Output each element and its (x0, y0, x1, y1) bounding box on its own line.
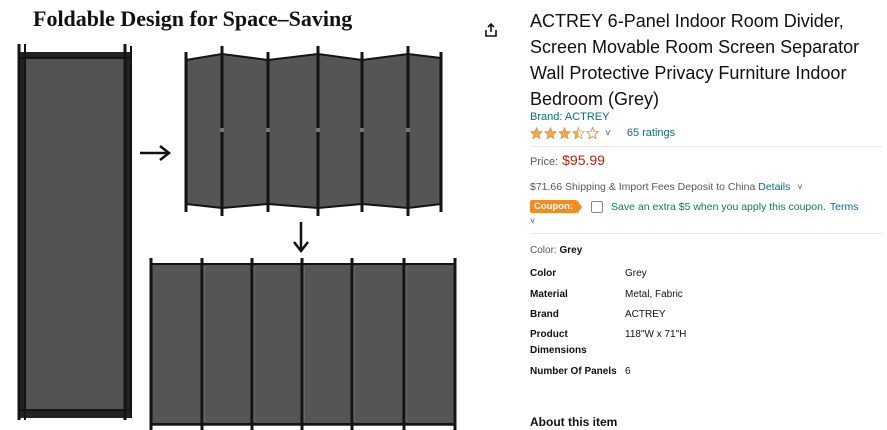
product-specs-table: Color Grey Material Metal, Fabric Brand … (530, 266, 882, 398)
coupon-text[interactable]: Save an extra $5 when you apply this cou… (611, 201, 826, 213)
coupon-badge: Coupon: (530, 200, 583, 214)
share-button[interactable] (478, 17, 504, 43)
coupon-checkbox[interactable] (591, 200, 604, 213)
spec-key: Product Dimensions (530, 329, 587, 356)
star-full-icon (544, 127, 557, 139)
shipping-details-link[interactable]: Details (758, 181, 790, 193)
star-half-icon (572, 127, 585, 139)
spec-row: Product Dimensions 118"W x 71"H (530, 327, 882, 364)
spec-key: Color (530, 268, 557, 279)
color-selection: Color: Grey (530, 245, 582, 256)
star-empty-icon (586, 127, 599, 139)
divider-top (184, 46, 443, 216)
star-rating[interactable] (530, 127, 599, 139)
room-divider-illustration (17, 44, 457, 430)
spec-value: Grey (625, 268, 647, 279)
folded-divider (17, 44, 132, 420)
price-label: Price: (530, 156, 559, 168)
ratings-count-link[interactable]: 65 ratings (627, 127, 675, 139)
spec-value: 6 (625, 366, 631, 377)
rating-row: ˅ 65 ratings (530, 125, 675, 141)
arrow-down-icon (293, 222, 309, 254)
spec-row: Number Of Panels 6 (530, 364, 882, 398)
spec-value: ACTREY (625, 309, 666, 320)
spec-key: Brand (530, 309, 559, 320)
share-icon (485, 22, 497, 37)
arrow-right-icon (140, 145, 172, 161)
spec-key: Number Of Panels (530, 366, 617, 377)
divider (530, 233, 882, 234)
coupon-terms-link[interactable]: Terms (830, 201, 859, 213)
spec-row: Brand ACTREY (530, 307, 882, 327)
chevron-down-icon[interactable]: ˅ (605, 128, 611, 139)
price-row: Price: $95.99 (530, 152, 605, 168)
divider (530, 146, 882, 147)
spec-row: Material Metal, Fabric (530, 287, 882, 307)
price-value: $95.99 (562, 152, 605, 168)
divider-bottom (149, 258, 457, 430)
product-title: ACTREY 6-Panel Indoor Room Divider, Scre… (530, 11, 860, 109)
spec-key: Material (530, 289, 568, 300)
spec-row: Color Grey (530, 266, 882, 287)
color-value: Grey (559, 245, 583, 256)
chevron-down-icon[interactable]: ˅ (530, 216, 535, 226)
shipping-text: $71.66 Shipping & Import Fees Deposit to… (530, 181, 756, 193)
spec-value: Metal, Fabric (625, 289, 683, 300)
product-image[interactable]: Foldable Design for Space–Saving (0, 0, 468, 430)
shipping-row: $71.66 Shipping & Import Fees Deposit to… (530, 181, 803, 193)
star-full-icon (558, 127, 571, 139)
color-label: Color: (530, 245, 557, 256)
spec-value: 118"W x 71"H (625, 329, 687, 340)
chevron-down-icon[interactable]: ˅ (797, 182, 802, 192)
star-full-icon (530, 127, 543, 139)
coupon-row: Coupon: Save an extra $5 when you apply … (530, 200, 887, 214)
about-heading: About this item (530, 415, 618, 429)
brand-link[interactable]: Brand: ACTREY (530, 111, 609, 123)
